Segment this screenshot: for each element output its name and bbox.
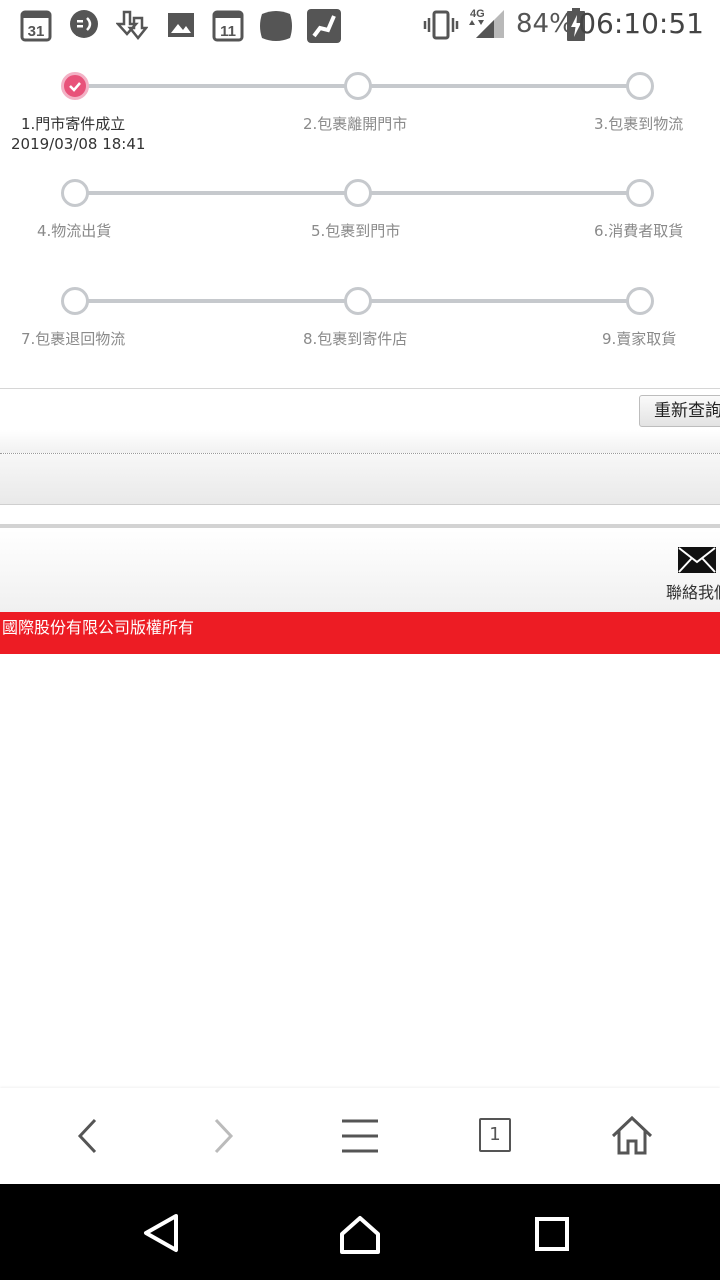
recents-square-icon[interactable] <box>534 1216 570 1252</box>
image-icon <box>168 13 194 37</box>
step-node-6 <box>626 179 654 207</box>
step-label-5: 5.包裹到門市 <box>311 222 401 240</box>
step-label-7: 7.包裹退回物流 <box>21 330 126 348</box>
back-triangle-icon[interactable] <box>140 1212 182 1254</box>
back-icon[interactable] <box>58 1106 118 1166</box>
download-icon <box>116 10 148 41</box>
step-label-4: 4.物流出貨 <box>37 222 112 240</box>
browser-toolbar <box>0 1088 720 1184</box>
home-circle-icon[interactable] <box>338 1212 382 1256</box>
step-node-8 <box>344 287 372 315</box>
panel-band <box>0 430 720 453</box>
step-node-3 <box>626 72 654 100</box>
step-label-6: 6.消費者取貨 <box>594 222 684 240</box>
menu-icon[interactable] <box>330 1106 390 1166</box>
signal-icon: 4G <box>469 8 504 38</box>
shipment-progress-tracker: 1.門市寄件成立 2019/03/08 18:41 2.包裹離開門市 3.包裹到… <box>0 52 720 388</box>
step-node-1 <box>61 72 89 100</box>
step-label-8: 8.包裹到寄件店 <box>303 330 408 348</box>
forward-icon[interactable] <box>193 1106 253 1166</box>
step-node-9 <box>626 287 654 315</box>
calendar-11-icon: 11 <box>212 10 244 42</box>
step-label-1: 1.門市寄件成立 <box>21 115 126 133</box>
divider <box>0 388 720 389</box>
messenger-icon <box>70 10 98 38</box>
step-node-5 <box>344 179 372 207</box>
step-label-9: 9.賣家取貨 <box>602 330 677 348</box>
shop-icon <box>307 9 341 43</box>
copyright-bar: 國際股份有限公司版權所有 <box>0 612 720 654</box>
step-label-2: 2.包裹離開門市 <box>303 115 408 133</box>
clock: 06:10:51 <box>578 7 704 40</box>
step-node-4 <box>61 179 89 207</box>
status-bar: 31 11 4G 84% 06:10:51 <box>0 0 720 52</box>
home-icon[interactable] <box>602 1106 662 1166</box>
check-icon <box>69 82 81 92</box>
mail-icon[interactable] <box>677 546 717 574</box>
step-node-2 <box>344 72 372 100</box>
step-label-3: 3.包裹到物流 <box>594 115 684 133</box>
step-node-7 <box>61 287 89 315</box>
requery-button[interactable]: 重新查詢 <box>639 395 720 427</box>
calendar-day-a: 31 <box>28 23 45 40</box>
tabs-button[interactable]: 1 <box>479 1118 511 1152</box>
footer-divider <box>0 524 720 528</box>
contact-us-link[interactable]: 聯絡我們 <box>666 579 720 603</box>
footer <box>0 530 720 612</box>
network-label: 4G <box>470 8 485 20</box>
step-date-1: 2019/03/08 18:41 <box>11 135 146 153</box>
app-icon <box>260 11 292 41</box>
calendar-31-icon: 31 <box>20 10 52 42</box>
panel-band <box>0 454 720 505</box>
calendar-day-b: 11 <box>220 23 236 40</box>
system-navigation-bar <box>0 1184 720 1280</box>
vibrate-icon <box>423 10 459 40</box>
